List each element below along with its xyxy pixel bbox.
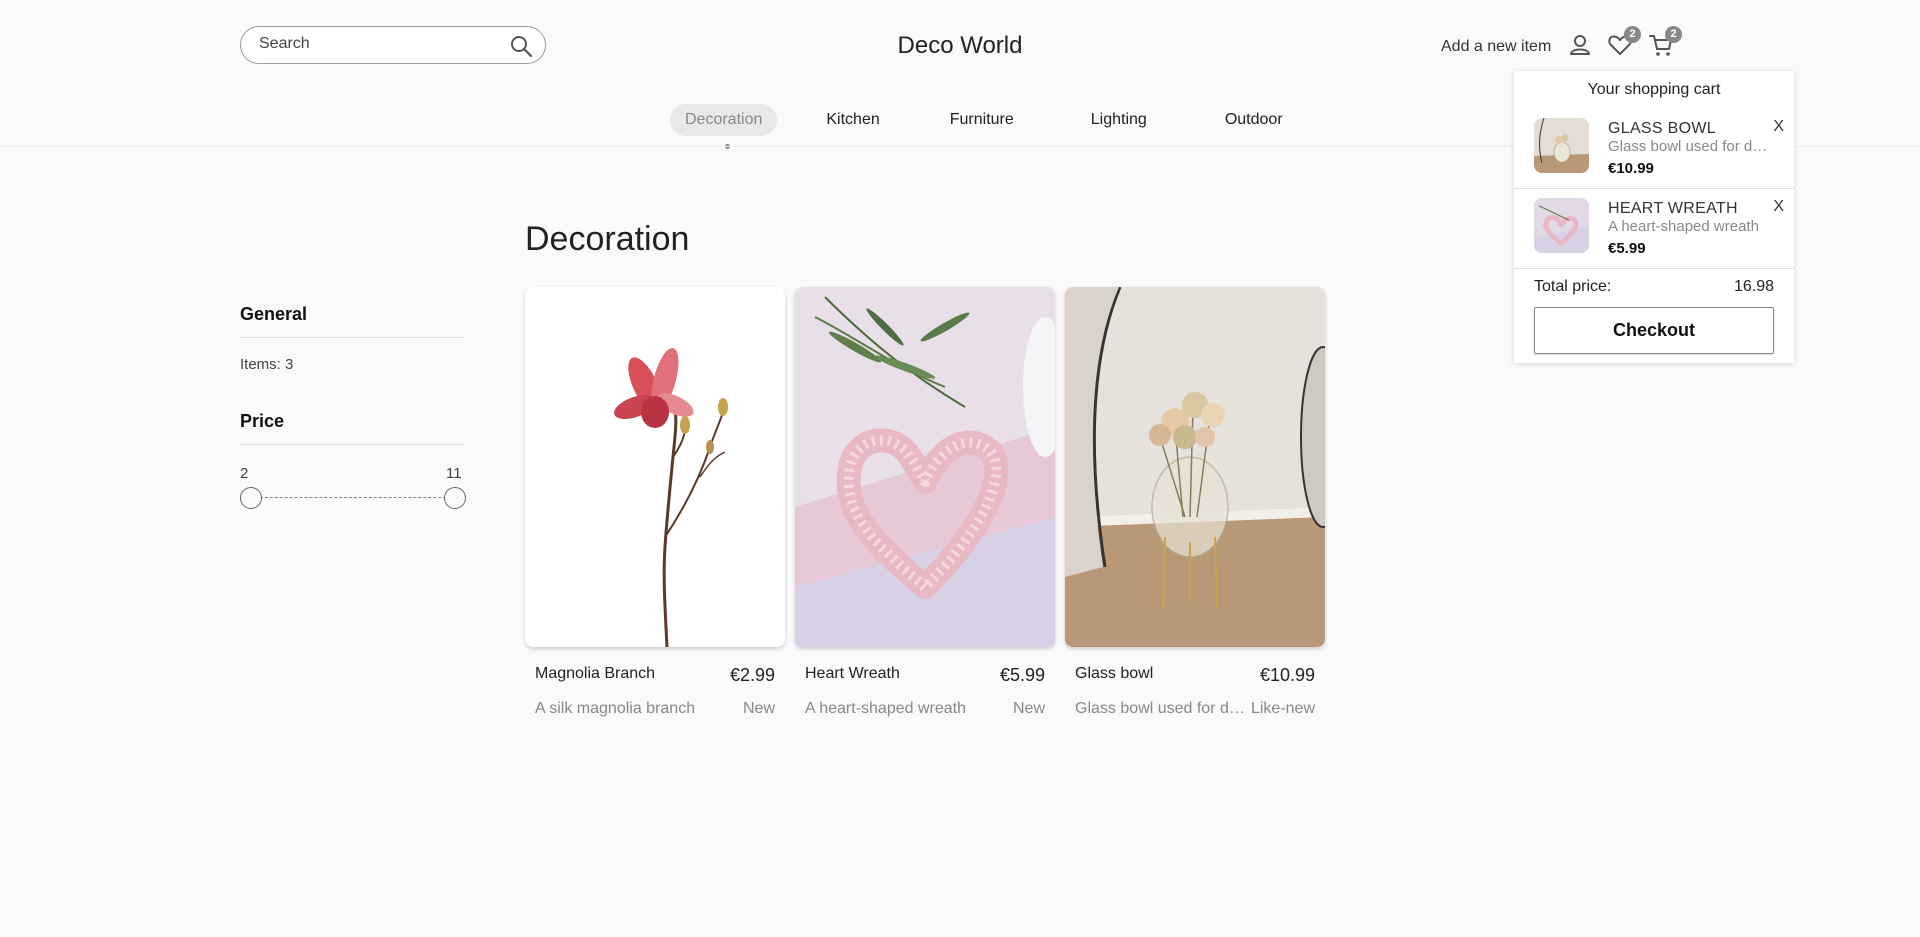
magnolia-branch-image (525, 287, 785, 647)
total-price-label: Total price: (1534, 278, 1612, 295)
cart-item-thumbnail (1534, 198, 1589, 253)
cart-item-name: GLASS BOWL (1608, 120, 1716, 137)
category-nav: Decoration Kitchen Furniture Lighting Ou… (670, 104, 1298, 136)
nav-item-furniture[interactable]: Furniture (935, 104, 1029, 136)
cart-button[interactable]: 2 (1648, 26, 1682, 58)
cart-item-thumbnail (1534, 118, 1589, 173)
cart-item-price: €10.99 (1608, 160, 1654, 177)
price-min-label: 2 (240, 465, 249, 482)
glass-bowl-image (1065, 287, 1325, 647)
user-icon[interactable] (1567, 32, 1593, 58)
nav-item-lighting[interactable]: Lighting (1076, 104, 1162, 136)
cart-item[interactable]: HEART WREATH A heart-shaped wreath €5.99… (1514, 186, 1794, 266)
general-heading: General (240, 304, 308, 324)
product-condition: Like-new (1250, 700, 1315, 717)
search-box[interactable] (240, 26, 546, 64)
nav-item-outdoor[interactable]: Outdoor (1210, 104, 1298, 136)
product-condition: New (1012, 700, 1045, 717)
product-card[interactable]: Glass bowl €10.99 Glass bowl used for de… (1065, 287, 1325, 718)
cart-count-badge: 2 (1665, 26, 1682, 43)
price-max-label: 11 (446, 465, 462, 482)
product-name: Magnolia Branch (535, 665, 656, 682)
general-divider (240, 337, 464, 338)
price-max-handle[interactable] (444, 487, 466, 509)
product-name: Heart Wreath (805, 665, 900, 682)
remove-item-button[interactable]: X (1773, 118, 1784, 136)
price-divider (240, 444, 464, 445)
product-description: A heart-shaped wreath (805, 700, 966, 717)
nav-item-decoration[interactable]: Decoration (670, 104, 778, 136)
price-range-track[interactable] (250, 497, 456, 498)
cart-item-price: €5.99 (1608, 240, 1646, 257)
cart-item-name: HEART WREATH (1608, 200, 1738, 217)
heart-wreath-thumbnail (1534, 198, 1589, 253)
product-card[interactable]: Magnolia Branch €2.99 A silk magnolia br… (525, 287, 785, 718)
product-description: Glass bowl used for decoration (1075, 700, 1245, 717)
wishlist-button[interactable]: 2 (1607, 26, 1641, 58)
product-image[interactable] (1065, 287, 1325, 647)
cart-item-description: Glass bowl used for decoration (1608, 138, 1768, 155)
wishlist-count-badge: 2 (1624, 26, 1641, 43)
brand-title[interactable]: Deco World (898, 32, 1023, 59)
heart-wreath-image (795, 287, 1055, 647)
remove-item-button[interactable]: X (1773, 198, 1784, 216)
product-image[interactable] (525, 287, 785, 647)
product-condition: New (742, 700, 775, 717)
total-price-value: 16.98 (1733, 278, 1774, 295)
cart-divider (1514, 268, 1794, 269)
price-min-handle[interactable] (240, 487, 262, 509)
product-name: Glass bowl (1075, 665, 1154, 682)
product-card[interactable]: Heart Wreath €5.99 A heart-shaped wreath… (795, 287, 1055, 718)
items-count: Items: 3 (240, 356, 294, 373)
product-description: A silk magnolia branch (535, 700, 696, 717)
product-image[interactable] (795, 287, 1055, 647)
page-title: Decoration (525, 220, 690, 258)
product-price: €2.99 (729, 665, 775, 685)
product-price: €5.99 (999, 665, 1045, 685)
product-price: €10.99 (1259, 665, 1315, 685)
cart-title: Your shopping cart (1587, 81, 1721, 98)
cart-item[interactable]: GLASS BOWL Glass bowl used for decoratio… (1514, 106, 1794, 186)
nav-item-kitchen[interactable]: Kitchen (811, 104, 894, 136)
cart-total: Total price: 16.98 (1534, 278, 1774, 296)
cart-item-description: A heart-shaped wreath (1608, 218, 1759, 235)
glass-bowl-thumbnail (1534, 118, 1589, 173)
search-icon[interactable] (509, 34, 533, 58)
search-input[interactable] (259, 35, 499, 53)
checkout-button[interactable]: Checkout (1534, 307, 1774, 354)
shopping-cart-dropdown: Your shopping cart GLASS BOWL Glass bowl… (1514, 71, 1794, 363)
add-new-item-link[interactable]: Add a new item (1441, 38, 1551, 56)
price-heading: Price (240, 411, 285, 431)
